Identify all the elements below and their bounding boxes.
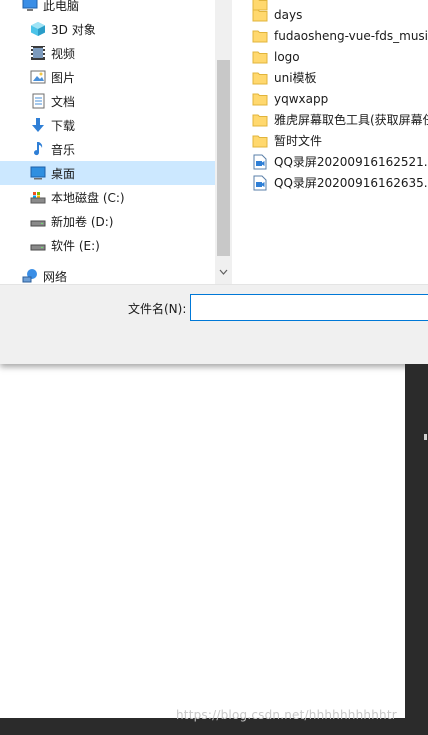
nav-item-videos[interactable]: 视频 — [0, 41, 215, 65]
pictures-icon — [30, 69, 46, 85]
list-item[interactable]: days — [252, 4, 302, 25]
file-name: days — [274, 7, 303, 22]
nav-item-label: 文档 — [51, 94, 76, 109]
scrollbar-thumb[interactable] — [217, 60, 230, 256]
nav-item-label: 视频 — [51, 46, 76, 61]
computer-icon — [22, 0, 38, 13]
desktop-icon — [30, 165, 46, 181]
list-item[interactable]: logo — [252, 46, 300, 67]
nav-item-documents[interactable]: 文档 — [0, 89, 215, 113]
file-name: 雅虎屏幕取色工具(获取屏幕任 — [274, 113, 428, 127]
download-icon — [30, 117, 46, 133]
nav-item-pictures[interactable]: 图片 — [0, 65, 215, 89]
navigation-pane: 此电脑 3D 对象 视频 图片 文档 下载 音乐 桌面 本地磁盘 (C:) 新加… — [0, 0, 232, 284]
folder-icon — [252, 112, 268, 128]
watermark: https://blog.csdn.net/hhhhhhhhhhtr — [176, 708, 397, 722]
nav-item-label: 本地磁盘 (C:) — [51, 190, 125, 205]
nav-item-label: 图片 — [51, 70, 76, 85]
nav-item-drive-d[interactable]: 新加卷 (D:) — [0, 209, 215, 233]
folder-icon — [252, 70, 268, 86]
video-file-icon — [252, 154, 268, 170]
video-file-icon — [252, 175, 268, 191]
navigation-scrollbar[interactable] — [215, 0, 232, 284]
network-icon — [22, 268, 38, 284]
file-name: 暂时文件 — [274, 134, 323, 148]
list-item[interactable]: uni模板 — [252, 67, 317, 88]
3d-objects-icon — [30, 21, 46, 37]
nav-item-label: 软件 (E:) — [51, 238, 100, 253]
folder-icon — [252, 49, 268, 65]
nav-item-network[interactable]: 网络 — [0, 264, 215, 284]
filename-bar: 文件名(N): — [0, 284, 428, 364]
folder-icon — [252, 91, 268, 107]
file-name: QQ录屏20200916162635.mp4 — [274, 176, 428, 190]
nav-item-label: 音乐 — [51, 142, 76, 157]
video-icon — [30, 45, 46, 61]
nav-item-this-pc[interactable]: 此电脑 — [0, 0, 215, 17]
nav-item-label: 3D 对象 — [51, 22, 96, 37]
list-item[interactable]: yqwxapp — [252, 88, 328, 109]
folder-icon — [252, 7, 268, 23]
file-name: fudaosheng-vue-fds_music — [274, 28, 428, 43]
drive-icon — [30, 237, 46, 253]
nav-item-downloads[interactable]: 下载 — [0, 113, 215, 137]
documents-icon — [30, 93, 46, 109]
folder-icon — [252, 28, 268, 44]
list-item[interactable]: QQ录屏20200916162521.mp4 — [252, 151, 428, 172]
nav-item-label: 下载 — [51, 118, 76, 133]
drive-icon — [30, 213, 46, 229]
nav-item-drive-c[interactable]: 本地磁盘 (C:) — [0, 185, 215, 209]
file-name: uni模板 — [274, 71, 317, 85]
list-item[interactable]: QQ录屏20200916162635.mp4 — [252, 172, 428, 193]
nav-item-label: 桌面 — [51, 166, 76, 181]
folder-icon — [252, 133, 268, 149]
file-dialog: 此电脑 3D 对象 视频 图片 文档 下载 音乐 桌面 本地磁盘 (C:) 新加… — [0, 0, 428, 364]
nav-item-music[interactable]: 音乐 — [0, 137, 215, 161]
music-icon — [30, 141, 46, 157]
nav-item-label: 网络 — [43, 269, 68, 284]
nav-item-label: 此电脑 — [43, 0, 80, 13]
filename-input[interactable] — [190, 294, 428, 321]
nav-item-3d-objects[interactable]: 3D 对象 — [0, 17, 215, 41]
nav-item-desktop[interactable]: 桌面 — [0, 161, 215, 185]
file-name: logo — [274, 49, 300, 64]
nav-item-drive-e[interactable]: 软件 (E:) — [0, 233, 215, 257]
filename-label: 文件名(N): — [128, 302, 187, 316]
list-item[interactable]: fudaosheng-vue-fds_music — [252, 25, 428, 46]
drive-c-icon — [30, 189, 46, 205]
list-item[interactable]: 雅虎屏幕取色工具(获取屏幕任 — [252, 109, 428, 130]
background-window-edge — [405, 364, 428, 735]
scroll-down-icon[interactable] — [219, 267, 228, 276]
list-item[interactable]: 暂时文件 — [252, 130, 322, 151]
background-window-mark — [424, 434, 427, 440]
file-list: days fudaosheng-vue-fds_music logo uni模板… — [232, 0, 428, 284]
file-name: yqwxapp — [274, 91, 329, 106]
file-name: QQ录屏20200916162521.mp4 — [274, 155, 428, 169]
nav-item-label: 新加卷 (D:) — [51, 214, 114, 229]
